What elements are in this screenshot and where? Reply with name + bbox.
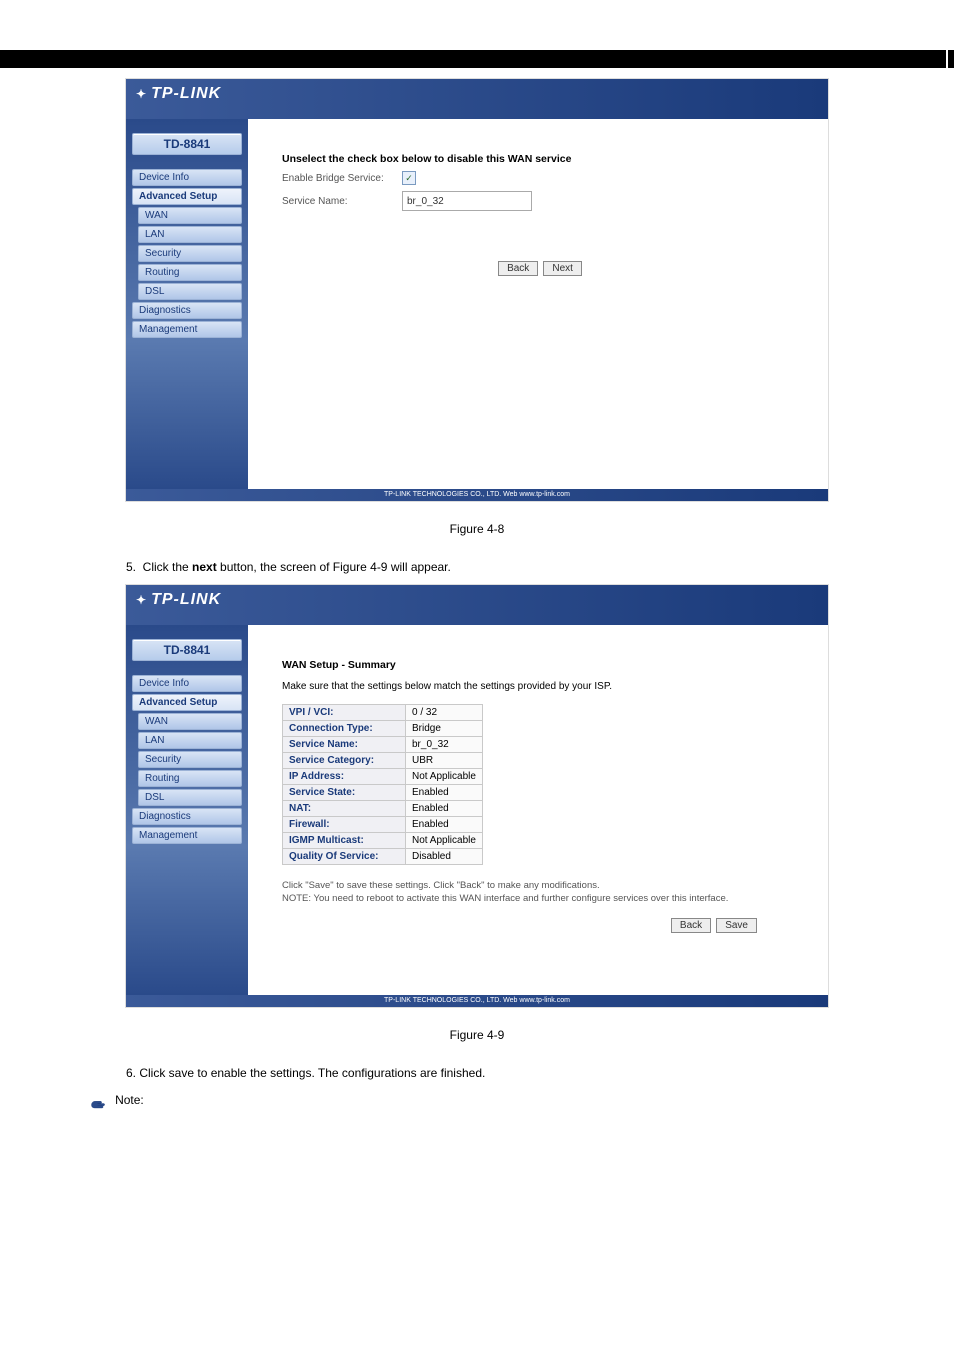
- row-key: VPI / VCI:: [283, 705, 406, 721]
- row-key: IP Address:: [283, 769, 406, 785]
- row-value: br_0_32: [406, 737, 483, 753]
- router-screenshot-1: TP-LINK TD-8841 Device Info Advanced Setu…: [125, 78, 829, 502]
- save-button[interactable]: Save: [716, 918, 757, 933]
- sidebar: TD-8841 Device Info Advanced Setup WAN LAN S…: [126, 119, 248, 489]
- sidebar-item-lan[interactable]: LAN: [138, 732, 242, 749]
- table-row: Connection Type:Bridge: [283, 721, 483, 737]
- brand-logo: TP-LINK: [136, 85, 221, 103]
- enable-bridge-label: Enable Bridge Service:: [282, 173, 402, 184]
- sidebar-item-management[interactable]: Management: [132, 827, 242, 844]
- sidebar-item-management[interactable]: Management: [132, 321, 242, 338]
- figure-caption-2: Figure 4-9: [0, 1028, 954, 1042]
- device-header: TP-LINK: [126, 585, 828, 625]
- row-value: 0 / 32: [406, 705, 483, 721]
- sidebar-item-device-info[interactable]: Device Info: [132, 169, 242, 186]
- summary-note-2: NOTE: You need to reboot to activate thi…: [282, 892, 798, 905]
- doc-step-6: 6. Click save to enable the settings. Th…: [126, 1066, 828, 1080]
- row-value: Enabled: [406, 785, 483, 801]
- back-button[interactable]: Back: [498, 261, 538, 276]
- router-screenshot-2: TP-LINK TD-8841 Device Info Advanced Setu…: [125, 584, 829, 1008]
- row-value: Not Applicable: [406, 833, 483, 849]
- sidebar-item-wan[interactable]: WAN: [138, 713, 242, 730]
- table-row: NAT:Enabled: [283, 801, 483, 817]
- row-value: Enabled: [406, 817, 483, 833]
- summary-table: VPI / VCI:0 / 32Connection Type:BridgeSe…: [282, 704, 483, 865]
- row-key: NAT:: [283, 801, 406, 817]
- row-value: Not Applicable: [406, 769, 483, 785]
- row-key: IGMP Multicast:: [283, 833, 406, 849]
- sidebar-item-device-info[interactable]: Device Info: [132, 675, 242, 692]
- sidebar-item-security[interactable]: Security: [138, 751, 242, 768]
- table-row: Service Name:br_0_32: [283, 737, 483, 753]
- next-button[interactable]: Next: [543, 261, 582, 276]
- model-badge: TD-8841: [132, 639, 242, 661]
- model-badge: TD-8841: [132, 133, 242, 155]
- sidebar-item-advanced-setup[interactable]: Advanced Setup: [132, 188, 242, 205]
- row-key: Service Category:: [283, 753, 406, 769]
- sidebar-item-diagnostics[interactable]: Diagnostics: [132, 808, 242, 825]
- row-key: Service Name:: [283, 737, 406, 753]
- table-row: IGMP Multicast:Not Applicable: [283, 833, 483, 849]
- device-header: TP-LINK: [126, 79, 828, 119]
- row-value: Bridge: [406, 721, 483, 737]
- sidebar-item-security[interactable]: Security: [138, 245, 242, 262]
- figure-caption-1: Figure 4-8: [0, 522, 954, 536]
- device-footer: TP-LINK TECHNOLOGIES CO., LTD. Web www.t…: [126, 489, 828, 501]
- summary-heading: WAN Setup - Summary: [282, 659, 798, 671]
- table-row: Service State:Enabled: [283, 785, 483, 801]
- row-key: Firewall:: [283, 817, 406, 833]
- content-area: Unselect the check box below to disable …: [248, 119, 828, 489]
- content-area: WAN Setup - Summary Make sure that the s…: [248, 625, 828, 995]
- sidebar-item-routing[interactable]: Routing: [138, 264, 242, 281]
- sidebar-item-routing[interactable]: Routing: [138, 770, 242, 787]
- sidebar: TD-8841 Device Info Advanced Setup WAN LAN S…: [126, 625, 248, 995]
- summary-note-1: Click "Save" to save these settings. Cli…: [282, 879, 798, 892]
- doc-step-5: 5. Click the next button, the screen of …: [126, 560, 828, 574]
- row-value: UBR: [406, 753, 483, 769]
- row-key: Service State:: [283, 785, 406, 801]
- table-row: Quality Of Service:Disabled: [283, 849, 483, 865]
- sidebar-item-lan[interactable]: LAN: [138, 226, 242, 243]
- table-row: VPI / VCI:0 / 32: [283, 705, 483, 721]
- service-name-input[interactable]: [402, 191, 532, 211]
- service-name-label: Service Name:: [282, 196, 402, 207]
- brand-logo: TP-LINK: [136, 591, 221, 609]
- row-value: Disabled: [406, 849, 483, 865]
- section-title: Unselect the check box below to disable …: [282, 153, 798, 165]
- enable-bridge-checkbox[interactable]: ✓: [402, 171, 416, 185]
- device-footer: TP-LINK TECHNOLOGIES CO., LTD. Web www.t…: [126, 995, 828, 1007]
- sidebar-item-advanced-setup[interactable]: Advanced Setup: [132, 694, 242, 711]
- doc-header-bar: [0, 50, 954, 68]
- table-row: Service Category:UBR: [283, 753, 483, 769]
- note-label: Note:: [115, 1093, 144, 1107]
- summary-intro: Make sure that the settings below match …: [282, 681, 798, 692]
- sidebar-item-diagnostics[interactable]: Diagnostics: [132, 302, 242, 319]
- sidebar-item-dsl[interactable]: DSL: [138, 789, 242, 806]
- row-key: Connection Type:: [283, 721, 406, 737]
- sidebar-item-dsl[interactable]: DSL: [138, 283, 242, 300]
- table-row: IP Address:Not Applicable: [283, 769, 483, 785]
- table-row: Firewall:Enabled: [283, 817, 483, 833]
- sidebar-item-wan[interactable]: WAN: [138, 207, 242, 224]
- row-key: Quality Of Service:: [283, 849, 406, 865]
- note-hand-icon: [90, 1098, 108, 1112]
- back-button[interactable]: Back: [671, 918, 711, 933]
- row-value: Enabled: [406, 801, 483, 817]
